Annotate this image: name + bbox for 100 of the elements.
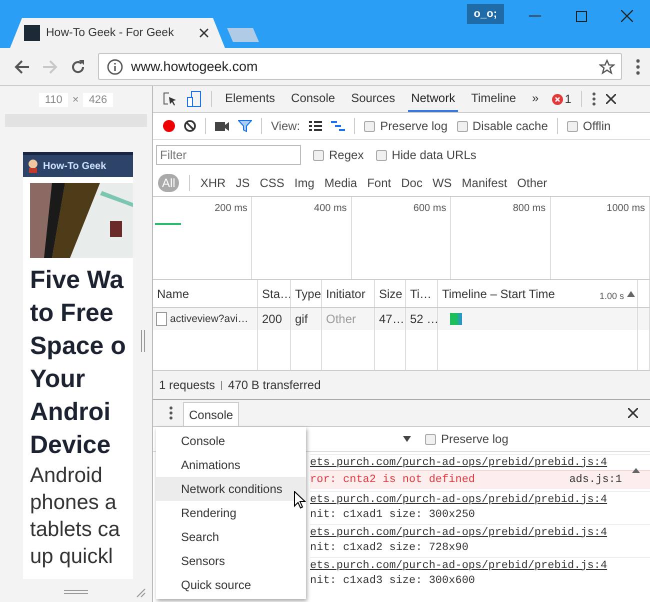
column-header[interactable]: Size <box>375 280 406 307</box>
address-bar[interactable]: www.howtogeek.com <box>98 53 622 80</box>
clear-icon[interactable] <box>184 120 196 132</box>
source-link[interactable]: ets.purch.com/purch-ad-ops/prebid/prebid.js:4 <box>310 494 608 506</box>
filter-field[interactable]: Filter <box>156 145 301 165</box>
type-filter[interactable]: XHR <box>200 174 226 192</box>
type-filter[interactable]: Other <box>517 174 548 192</box>
close-icon[interactable] <box>621 10 633 22</box>
star-icon[interactable] <box>599 58 615 74</box>
type-filter[interactable]: Img <box>294 174 314 192</box>
column-header[interactable]: Type <box>291 280 322 307</box>
type-filter[interactable]: Media <box>324 174 358 192</box>
menu-icon[interactable] <box>636 58 640 74</box>
time-scale: 1.00 s <box>599 290 624 301</box>
source-link[interactable]: ads.js:1 <box>569 474 622 486</box>
view-label: View: <box>271 119 300 133</box>
profile-badge[interactable]: o_o; <box>466 4 504 24</box>
devtools-tab[interactable]: Timeline <box>468 86 520 112</box>
menu-icon[interactable] <box>169 406 173 420</box>
height-field[interactable]: 426 <box>82 93 114 107</box>
type-filter[interactable]: Manifest <box>462 174 508 192</box>
menu-item[interactable]: Quick source <box>156 573 306 597</box>
checkbox[interactable] <box>456 120 468 132</box>
headline-line: Device <box>30 430 111 461</box>
device-icon[interactable] <box>187 91 201 107</box>
reload-icon[interactable] <box>70 58 86 74</box>
checkbox[interactable] <box>425 434 436 444</box>
devtools-tab[interactable]: Console <box>288 86 338 112</box>
column-header[interactable]: Sta… <box>258 280 291 307</box>
source-link[interactable]: ets.purch.com/purch-ad-ops/prebid/prebid.js:4 <box>310 456 608 468</box>
dimension-separator: × <box>72 94 79 106</box>
type-filter[interactable]: Font <box>367 174 392 192</box>
close-icon[interactable] <box>606 94 616 104</box>
filter-icon[interactable] <box>238 120 252 132</box>
checkbox[interactable] <box>566 120 578 132</box>
more-tabs-button[interactable]: » <box>529 86 542 112</box>
close-icon[interactable] <box>628 408 638 418</box>
record-icon[interactable] <box>163 120 175 132</box>
mascot-icon <box>27 159 39 173</box>
request-line <box>155 223 181 225</box>
column-header[interactable]: Initiator <box>322 280 375 307</box>
waterfall-icon[interactable] <box>331 121 346 131</box>
table-cell: gif <box>291 308 322 330</box>
list-view-icon[interactable] <box>309 121 322 131</box>
checkbox[interactable] <box>364 120 376 132</box>
devtools-tab[interactable]: Network <box>408 86 458 112</box>
site-favicon <box>24 25 40 41</box>
maximize-icon[interactable] <box>576 10 586 22</box>
type-filter[interactable]: Doc <box>401 174 422 192</box>
menu-icon[interactable] <box>592 92 596 106</box>
log-message: nit: c1xad2 size: 728x90 <box>310 542 468 554</box>
minimize-icon[interactable] <box>529 15 541 17</box>
table-cell: 47… <box>375 308 406 330</box>
table-cell: 52 … <box>406 308 438 330</box>
type-filter[interactable]: JS <box>236 174 250 192</box>
error-icon <box>552 94 563 104</box>
checkbox-label: Preserve log <box>441 432 508 446</box>
table-cell: 200 <box>258 308 291 330</box>
column-header[interactable]: Name <box>153 280 258 307</box>
inspect-icon[interactable] <box>163 92 177 106</box>
menu-item[interactable]: Console <box>156 429 306 453</box>
info-icon[interactable] <box>107 58 123 74</box>
close-icon[interactable] <box>199 28 209 38</box>
source-link[interactable]: ets.purch.com/purch-ad-ops/prebid/prebid.js:4 <box>310 526 608 538</box>
camera-icon[interactable] <box>215 122 229 130</box>
dropdown-caret-icon[interactable] <box>403 436 411 442</box>
type-filter[interactable]: WS <box>432 174 452 192</box>
resize-grip-icon[interactable] <box>136 588 146 598</box>
error-counter[interactable]: 1 <box>552 92 572 106</box>
checkbox-label: Preserve log <box>380 119 448 133</box>
sort-up-icon[interactable] <box>627 290 635 296</box>
menu-item[interactable]: Animations <box>156 453 306 477</box>
body-text-line: phones a <box>30 490 116 516</box>
menu-item[interactable]: Rendering <box>156 501 306 525</box>
checkbox[interactable] <box>376 150 387 160</box>
drawer-tab[interactable]: Console <box>183 402 240 426</box>
body-text-line: up quickl <box>30 544 113 570</box>
source-link[interactable]: ets.purch.com/purch-ad-ops/prebid/prebid.js:4 <box>310 560 608 572</box>
column-header[interactable]: Ti… <box>406 280 438 307</box>
resize-handle[interactable] <box>141 330 145 352</box>
menu-item[interactable]: Sensors <box>156 549 306 573</box>
headline-line: Five Wa <box>30 265 124 296</box>
browser-tab[interactable]: How-To Geek - For Geek <box>10 18 225 48</box>
headline-line: Space o <box>30 331 126 362</box>
scroll-up-icon[interactable] <box>632 468 640 473</box>
column-header[interactable]: Timeline – Start Time <box>442 286 555 300</box>
checkbox[interactable] <box>313 150 324 160</box>
type-filter[interactable]: CSS <box>260 174 284 192</box>
table-cell[interactable]: activeview?avi… <box>170 313 248 325</box>
time-tick: 400 ms <box>314 203 347 214</box>
menu-item[interactable]: Search <box>156 525 306 549</box>
time-tick: 1000 ms <box>606 203 646 214</box>
devtools-tab[interactable]: Elements <box>222 86 278 112</box>
transfer-size: 470 B transferred <box>228 378 321 392</box>
error-message: ror: cnta2 is not defined <box>310 474 476 486</box>
menu-item[interactable]: Network conditions <box>156 477 306 501</box>
devtools-tab[interactable]: Sources <box>348 86 398 112</box>
resize-handle[interactable] <box>64 590 88 594</box>
width-field[interactable]: 110 <box>38 93 68 107</box>
back-icon[interactable] <box>14 58 30 74</box>
